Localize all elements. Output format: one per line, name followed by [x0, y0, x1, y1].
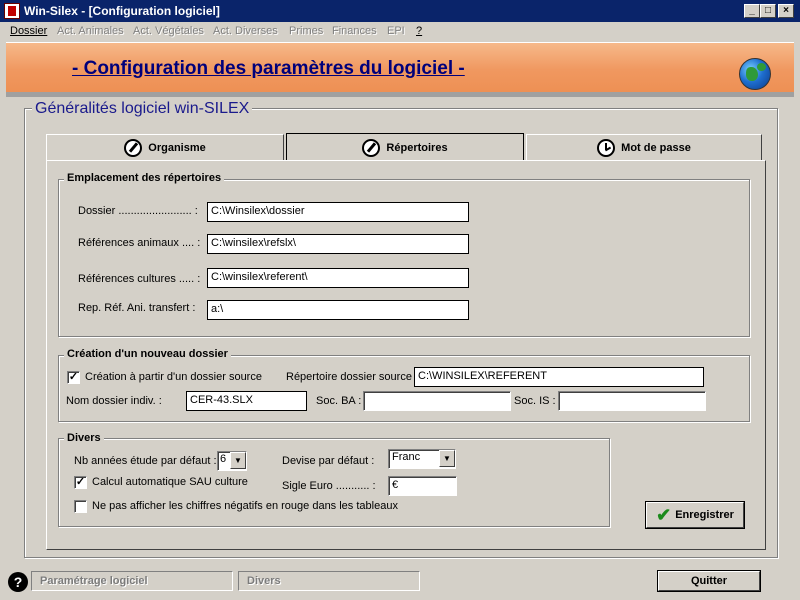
soc-ba-field[interactable]: [363, 391, 511, 411]
tab-repertoires[interactable]: Répertoires: [286, 133, 524, 161]
menu-bar: Dossier Act. Animales Act. Végétales Act…: [0, 22, 800, 42]
status-field-parametrage: Paramétrage logiciel: [31, 571, 233, 591]
source-dir-label: Répertoire dossier source :: [286, 371, 419, 383]
sau-label: Calcul automatique SAU culture: [92, 476, 248, 488]
nom-dossier-label: Nom dossier indiv. :: [66, 395, 162, 407]
checkmark-icon: ✔: [656, 505, 672, 525]
app-icon: [4, 3, 20, 19]
wrench-icon: [124, 139, 143, 157]
devise-value: Franc: [392, 451, 421, 463]
dossier-field[interactable]: C:\Winsilex\dossier: [207, 202, 469, 222]
devise-label: Devise par défaut :: [282, 455, 375, 467]
from-source-checkbox[interactable]: ✓: [67, 371, 80, 384]
menu-act-vegetales[interactable]: Act. Végétales: [133, 25, 204, 37]
nom-dossier-field[interactable]: CER-43.SLX: [186, 391, 307, 411]
soc-is-label: Soc. IS :: [514, 395, 556, 407]
nb-annees-select[interactable]: 6 ▼: [217, 451, 247, 471]
soc-is-field[interactable]: [558, 391, 706, 411]
save-button[interactable]: ✔ Enregistrer: [645, 501, 745, 529]
title-bar: Win-Silex - [Configuration logiciel] _ □…: [0, 0, 800, 22]
ref-cultures-field[interactable]: C:\winsilex\referent\: [207, 268, 469, 288]
sigle-label: Sigle Euro ........... :: [282, 480, 376, 492]
tab-mot-de-passe-label: Mot de passe: [621, 142, 691, 154]
sigle-field[interactable]: €: [388, 476, 457, 496]
window-title: Win-Silex - [Configuration logiciel]: [24, 4, 220, 18]
maximize-button[interactable]: □: [760, 4, 776, 18]
ref-cultures-label: Références cultures ..... :: [78, 273, 201, 285]
tab-mot-de-passe[interactable]: Mot de passe: [526, 134, 762, 161]
page-title: - Configuration des paramètres du logici…: [72, 58, 465, 79]
checkmark-icon: ✓: [68, 371, 79, 383]
save-button-label: Enregistrer: [675, 509, 734, 521]
help-icon[interactable]: ?: [8, 572, 28, 592]
devise-select[interactable]: Franc ▼: [388, 449, 456, 469]
menu-dossier[interactable]: Dossier: [10, 25, 47, 37]
creation-fieldset: [58, 355, 750, 422]
tab-organisme-label: Organisme: [148, 142, 206, 154]
source-dir-field[interactable]: C:\WINSILEX\REFERENT: [414, 367, 704, 387]
menu-help[interactable]: ?: [416, 25, 422, 37]
clock-icon: [597, 139, 616, 157]
quit-button[interactable]: Quitter: [657, 570, 761, 592]
group-title: Généralités logiciel win-SILEX: [32, 100, 253, 118]
divers-legend: Divers: [64, 432, 104, 444]
negatifs-checkbox[interactable]: [74, 500, 87, 513]
ref-animaux-label: Références animaux .... :: [78, 237, 201, 249]
sau-checkbox[interactable]: ✓: [74, 476, 87, 489]
tab-repertoires-label: Répertoires: [386, 141, 448, 154]
wrench-icon: [362, 138, 381, 157]
menu-primes[interactable]: Primes: [289, 25, 323, 37]
status-field-divers: Divers: [238, 571, 420, 591]
soc-ba-label: Soc. BA :: [316, 395, 362, 407]
checkmark-icon: ✓: [75, 476, 86, 488]
emplacement-legend: Emplacement des répertoires: [64, 172, 225, 184]
menu-epi[interactable]: EPI: [387, 25, 405, 37]
nb-annees-label: Nb années étude par défaut :: [74, 455, 217, 467]
rep-transfert-label: Rep. Réf. Ani. transfert :: [78, 302, 196, 314]
rep-transfert-field[interactable]: a:\: [207, 300, 469, 320]
menu-act-animales[interactable]: Act. Animales: [57, 25, 124, 37]
menu-finances[interactable]: Finances: [332, 25, 377, 37]
globe-icon: [739, 58, 771, 90]
ref-animaux-field[interactable]: C:\winsilex\refslx\: [207, 234, 469, 254]
close-button[interactable]: ×: [778, 4, 794, 18]
header-divider: [6, 92, 794, 97]
minimize-button[interactable]: _: [744, 4, 760, 18]
from-source-label: Création à partir d'un dossier source: [85, 371, 262, 383]
menu-act-diverses[interactable]: Act. Diverses: [213, 25, 278, 37]
chevron-down-icon[interactable]: ▼: [230, 452, 246, 469]
negatifs-label: Ne pas afficher les chiffres négatifs en…: [92, 500, 398, 512]
chevron-down-icon[interactable]: ▼: [439, 450, 455, 467]
tab-organisme[interactable]: Organisme: [46, 134, 284, 161]
nb-annees-value: 6: [220, 453, 227, 465]
dossier-label: Dossier ........................ :: [78, 205, 198, 217]
creation-legend: Création d'un nouveau dossier: [64, 348, 231, 360]
